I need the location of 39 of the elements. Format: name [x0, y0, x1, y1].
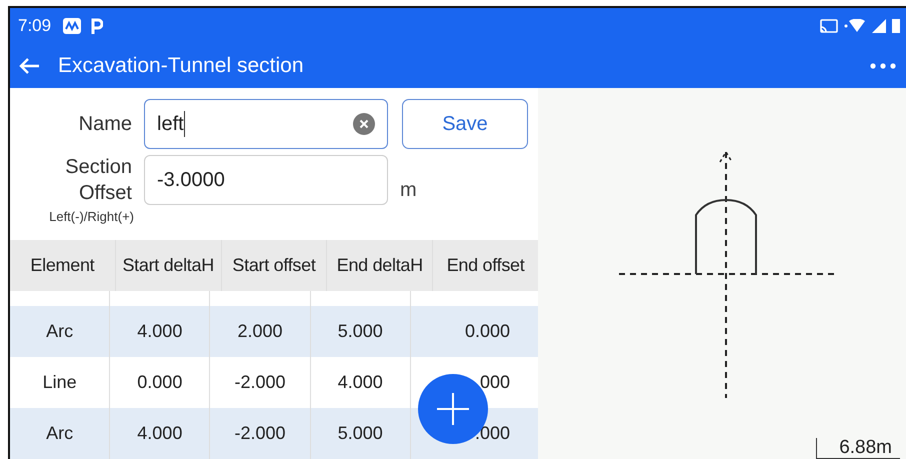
table-row[interactable]: Arc 4.000 2.000 5.000 0.000 — [10, 306, 538, 357]
table-cell: 5.000 — [338, 423, 383, 444]
table-cell: 4.000 — [137, 321, 182, 342]
screen-title: Excavation-Tunnel section — [58, 54, 304, 78]
back-arrow-icon[interactable] — [18, 56, 40, 74]
status-time: 7:09 — [18, 16, 52, 36]
table-cell: 0.000 — [137, 372, 182, 393]
battery-icon — [892, 18, 900, 32]
parking-icon — [91, 18, 104, 34]
table-cell: Arc — [46, 321, 74, 342]
table-cell: 4.000 — [137, 423, 182, 444]
scale-label: 6.88m — [839, 437, 892, 458]
offset-value: -3.0000 — [157, 168, 225, 192]
table-cell: .000 — [474, 423, 510, 444]
table-cell: Line — [42, 372, 77, 393]
name-value: left — [157, 112, 184, 136]
unit-label: m — [400, 178, 417, 202]
section-offset-label: Section Offset — [64, 155, 133, 206]
table-row[interactable]: Arc 4.000 -2.000 5.000 .000 — [10, 408, 538, 459]
name-field[interactable]: left — [144, 99, 388, 149]
table-cell: 0.000 — [464, 321, 510, 342]
plus-icon — [437, 393, 469, 425]
signal-icon — [872, 18, 886, 32]
table-cell: 5.000 — [338, 321, 383, 342]
column-header: End offset — [446, 254, 526, 277]
table-cell: 000 — [480, 372, 510, 393]
table-cell: -2.000 — [234, 423, 286, 444]
name-label: Name — [78, 112, 133, 136]
cast-icon — [820, 18, 838, 32]
offset-field[interactable]: -3.0000 — [144, 155, 388, 205]
table-cell: 4.000 — [338, 372, 383, 393]
table-cell: 2.000 — [237, 321, 283, 342]
offset-hint: Left(-)/Right(+) — [49, 209, 134, 224]
table-cell: Arc — [46, 423, 74, 444]
wifi-icon — [844, 18, 866, 32]
more-options-icon[interactable] — [870, 62, 896, 68]
clear-icon[interactable] — [353, 113, 375, 135]
table-cell: -2.000 — [234, 372, 286, 393]
save-button[interactable]: Save — [402, 99, 528, 149]
